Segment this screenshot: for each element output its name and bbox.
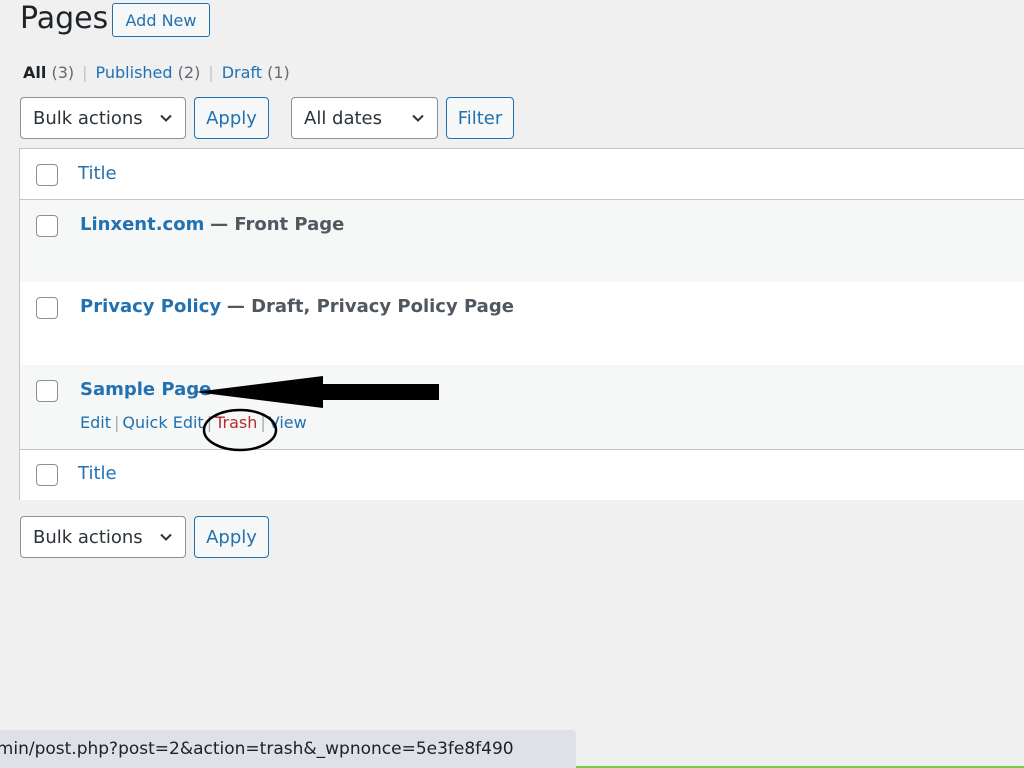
table-row: Linxent.com — Front Page xyxy=(20,200,1024,282)
row-checkbox[interactable] xyxy=(36,215,58,237)
row-checkbox[interactable] xyxy=(36,380,58,402)
filter-separator: | xyxy=(208,63,214,82)
page-title: Pages xyxy=(20,1,109,36)
page-title-cell: Linxent.com — Front Page xyxy=(80,214,344,235)
column-title-footer[interactable]: Title xyxy=(78,463,117,484)
dates-select[interactable]: All dates xyxy=(291,97,438,139)
browser-status-bar: dmin/post.php?post=2&action=trash&_wpnon… xyxy=(0,730,576,768)
select-all-checkbox[interactable] xyxy=(36,164,58,186)
trash-link[interactable]: Trash xyxy=(215,413,257,432)
page-title-link[interactable]: Linxent.com xyxy=(80,214,204,235)
bulk-actions-value: Bulk actions xyxy=(33,107,143,129)
row-checkbox[interactable] xyxy=(36,297,58,319)
table-footer-row: Title xyxy=(20,450,1024,500)
row-action-separator: | xyxy=(206,413,213,432)
apply-button-top[interactable]: Apply xyxy=(194,97,269,139)
add-new-button[interactable]: Add New xyxy=(112,3,210,37)
status-filter-links: All (3) | Published (2) | Draft (1) xyxy=(23,62,290,84)
filter-all-link[interactable]: All xyxy=(23,63,46,82)
column-title-header[interactable]: Title xyxy=(78,163,117,184)
chevron-down-icon xyxy=(412,114,424,122)
table-row: Privacy Policy — Draft, Privacy Policy P… xyxy=(20,282,1024,365)
edit-link[interactable]: Edit xyxy=(80,413,111,432)
select-all-checkbox-footer[interactable] xyxy=(36,464,58,486)
page-title-link[interactable]: Privacy Policy xyxy=(80,296,221,317)
page-state: — Front Page xyxy=(210,214,345,235)
page-title-link[interactable]: Sample Page xyxy=(80,379,211,400)
filter-all-count: (3) xyxy=(51,63,75,82)
chevron-down-icon xyxy=(160,533,172,541)
quick-edit-link[interactable]: Quick Edit xyxy=(122,413,203,432)
bulk-actions-select-top[interactable]: Bulk actions xyxy=(20,97,186,139)
pages-table: Title Linxent.com — Front Page Privacy P… xyxy=(19,148,1024,500)
chevron-down-icon xyxy=(160,114,172,122)
filter-separator: | xyxy=(82,63,88,82)
table-row: Sample Page Edit | Quick Edit | Trash | View xyxy=(20,365,1024,450)
filter-button[interactable]: Filter xyxy=(446,97,514,139)
table-header-row: Title xyxy=(20,149,1024,200)
bulk-actions-value: Bulk actions xyxy=(33,526,143,548)
row-actions: Edit | Quick Edit | Trash | View xyxy=(80,413,307,432)
row-action-separator: | xyxy=(113,413,120,432)
apply-button-bottom[interactable]: Apply xyxy=(194,516,269,558)
page-title-cell: Privacy Policy — Draft, Privacy Policy P… xyxy=(80,296,514,317)
dates-value: All dates xyxy=(304,107,383,129)
bulk-actions-select-bottom[interactable]: Bulk actions xyxy=(20,516,186,558)
page-state: — Draft, Privacy Policy Page xyxy=(226,296,514,317)
view-link[interactable]: View xyxy=(269,413,307,432)
page-title-cell: Sample Page xyxy=(80,379,211,400)
row-action-separator: | xyxy=(260,413,266,432)
status-url: dmin/post.php?post=2&action=trash&_wpnon… xyxy=(0,739,514,759)
filter-published-count: (2) xyxy=(177,63,201,82)
filter-draft-count: (1) xyxy=(267,63,290,82)
filter-published-link[interactable]: Published xyxy=(96,63,173,82)
filter-draft-link[interactable]: Draft xyxy=(222,63,262,82)
